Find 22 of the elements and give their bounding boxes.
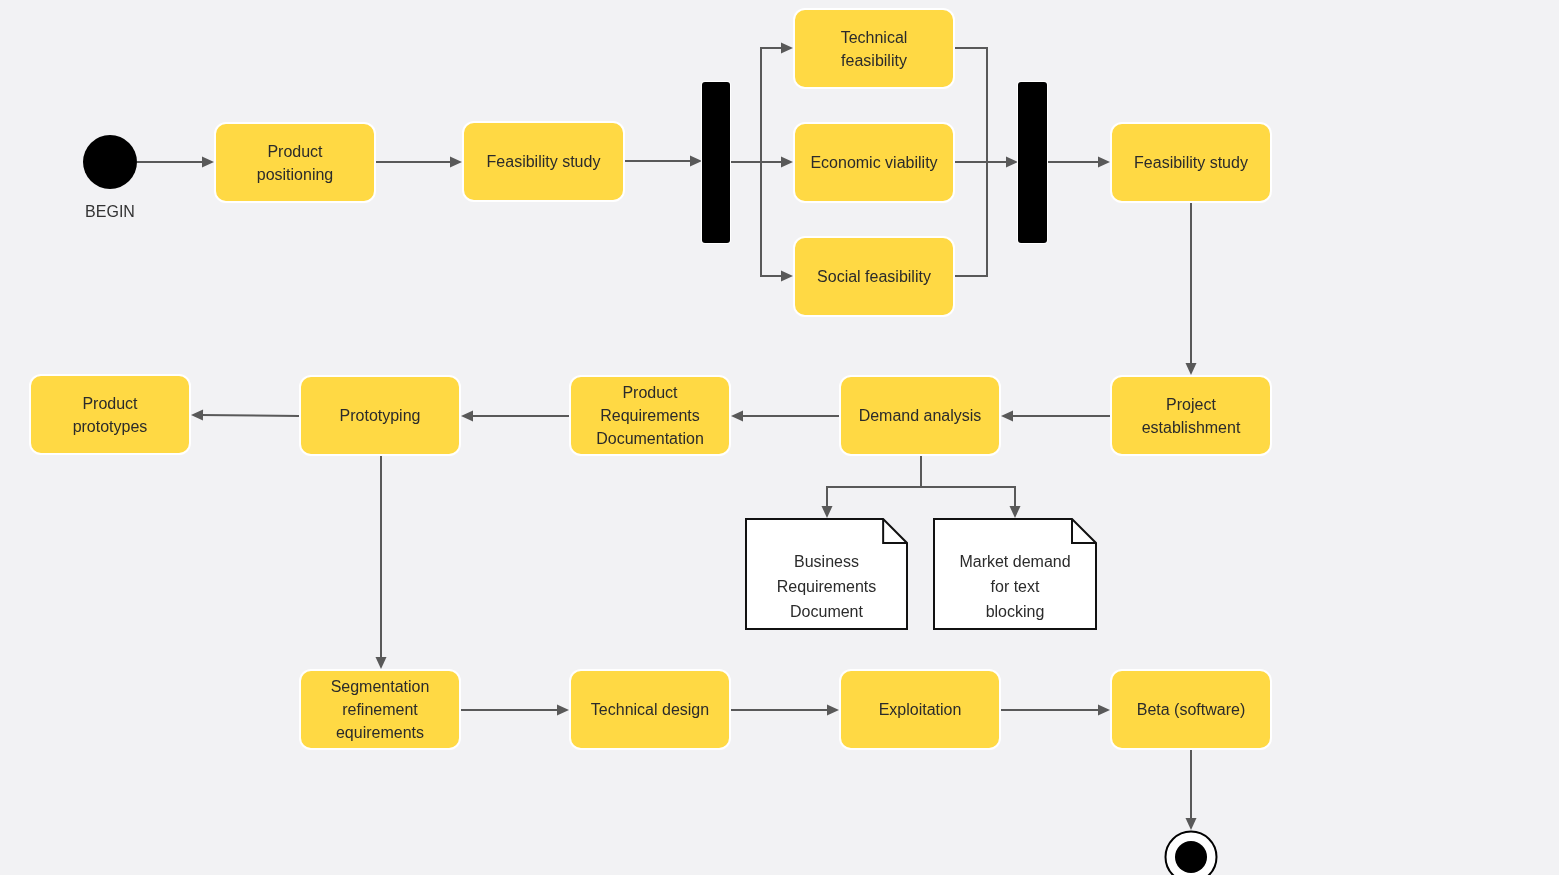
action-node: Segmentation refinement equirements: [299, 669, 461, 750]
action-node: Technical design: [569, 669, 731, 750]
action-node: Economic viability: [793, 122, 955, 203]
action-node: Product Requirements Documentation: [569, 375, 731, 456]
connector-arrow: [954, 156, 1018, 168]
action-node: Demand analysis: [839, 375, 1001, 456]
connector-arrow: [1046, 156, 1110, 168]
start-label: BEGIN: [85, 202, 135, 222]
action-node: Feasibility study: [462, 121, 625, 202]
action-node: Product positioning: [214, 122, 376, 203]
action-node: Feasibility study: [1110, 122, 1272, 203]
action-node: Product prototypes: [29, 374, 191, 455]
end-node: [1164, 830, 1218, 875]
action-node: Social feasibility: [793, 236, 955, 317]
start-node: [83, 135, 137, 189]
document-node: Business Requirements Document: [745, 518, 908, 630]
document-node: Market demand for text blocking: [933, 518, 1097, 630]
action-node: Project establishment: [1110, 375, 1272, 456]
action-node: Beta (software): [1110, 669, 1272, 750]
action-node: Exploitation: [839, 669, 1001, 750]
action-node: Technical feasibility: [793, 8, 955, 89]
action-node: Prototyping: [299, 375, 461, 456]
